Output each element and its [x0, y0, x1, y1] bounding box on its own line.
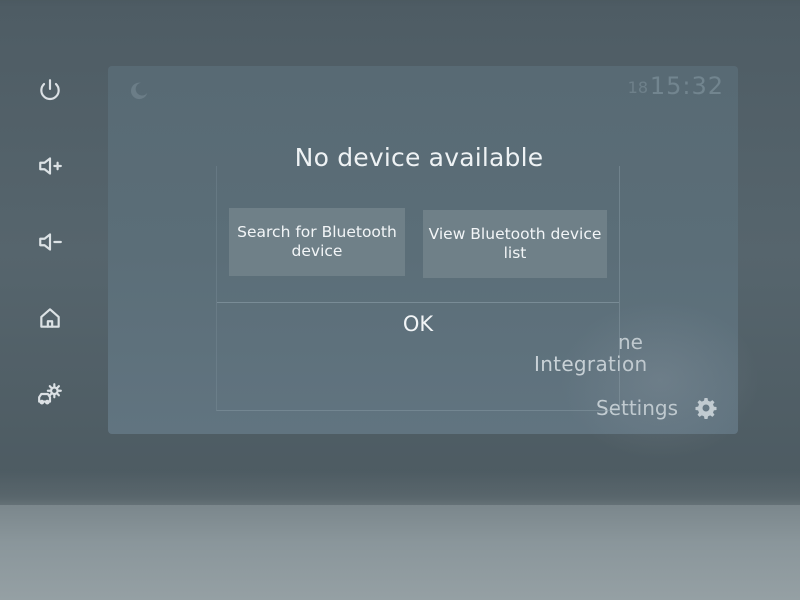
power-icon — [40, 79, 60, 101]
power-button[interactable] — [18, 60, 82, 120]
bluetooth-dialog: No device available Search for Bluetooth… — [216, 143, 620, 411]
volume-down-icon — [39, 233, 62, 251]
view-device-list-button[interactable]: View Bluetooth device list — [423, 210, 607, 278]
car-settings-icon — [38, 383, 62, 405]
status-temperature: 18 — [627, 78, 648, 97]
volume-up-button[interactable] — [18, 136, 82, 196]
search-bluetooth-button[interactable]: Search for Bluetooth device — [229, 208, 405, 276]
ok-button[interactable]: OK — [217, 303, 619, 345]
hardware-button-column — [18, 60, 82, 440]
touchscreen: 18 15:32 ne Integration Settings No devi… — [108, 66, 738, 434]
home-icon — [40, 308, 60, 328]
dashboard-trim — [0, 505, 800, 600]
moon-icon — [128, 80, 150, 102]
dialog-title: No device available — [294, 143, 544, 172]
gear-icon — [695, 398, 717, 419]
car-settings-button[interactable] — [18, 364, 82, 424]
volume-down-button[interactable] — [18, 212, 82, 272]
background-tile-label-partial: ne — [618, 330, 643, 354]
bezel-lower-edge — [0, 470, 800, 510]
status-clock: 15:32 — [649, 72, 724, 100]
volume-up-icon — [39, 157, 62, 175]
home-button[interactable] — [18, 288, 82, 348]
